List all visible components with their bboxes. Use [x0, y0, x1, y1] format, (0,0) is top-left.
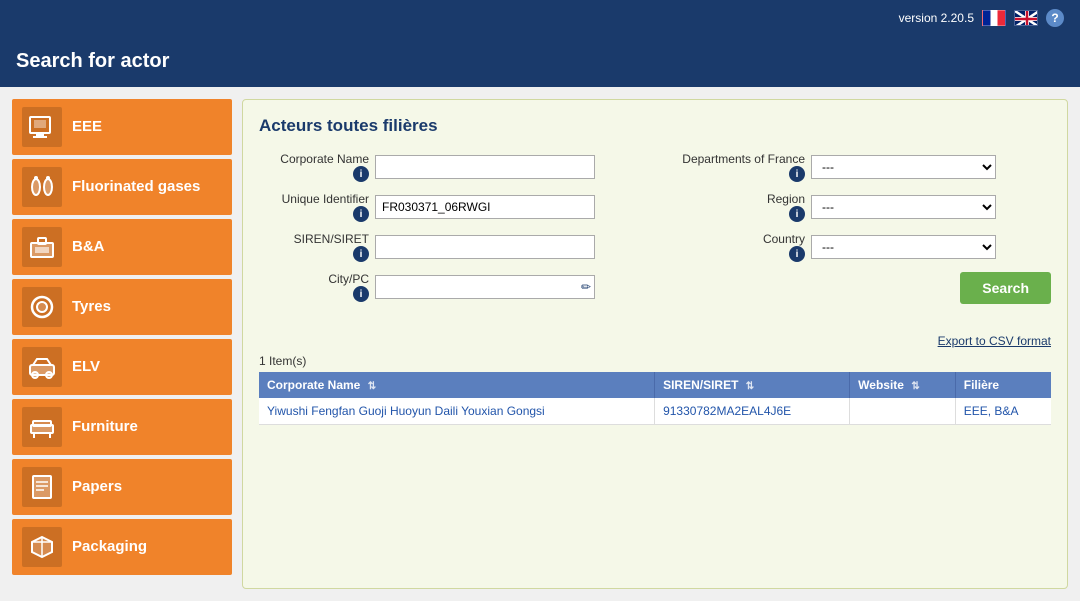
city-pc-edit-icon[interactable]: ✏	[581, 280, 591, 294]
sidebar-item-bna[interactable]: B&A	[12, 219, 232, 275]
siren-siret-group: SIREN/SIRET i	[259, 232, 635, 262]
content-title: Acteurs toutes filières	[259, 116, 1051, 136]
region-label: Region	[690, 192, 805, 206]
departments-select[interactable]: ---	[811, 155, 996, 179]
sidebar-item-eee[interactable]: EEE	[12, 99, 232, 155]
cell-filiere: EEE, B&A	[955, 398, 1051, 425]
main-layout: EEE Fluorinated gases	[0, 87, 1080, 601]
table-header-row: Corporate Name ⇅ SIREN/SIRET ⇅ Website ⇅…	[259, 372, 1051, 398]
cell-siren_siret: 91330782MA2EAL4J6E	[655, 398, 850, 425]
sidebar-item-elv[interactable]: ELV	[12, 339, 232, 395]
sidebar-item-packaging[interactable]: Packaging	[12, 519, 232, 575]
city-pc-input-wrapper: ✏	[375, 275, 595, 299]
export-csv-link[interactable]: Export to CSV format	[938, 334, 1051, 348]
sidebar-item-fluorinated[interactable]: Fluorinated gases	[12, 159, 232, 215]
city-pc-input[interactable]	[375, 275, 595, 299]
furniture-icon	[22, 407, 62, 447]
bna-label: B&A	[72, 238, 105, 256]
siren-siret-label: SIREN/SIRET	[259, 232, 369, 246]
cell-website	[850, 398, 956, 425]
bna-icon	[22, 227, 62, 267]
unique-identifier-input[interactable]	[375, 195, 595, 219]
flag-french[interactable]	[982, 10, 1006, 26]
sort-website-icon: ⇅	[911, 381, 919, 392]
search-form: Corporate Name i Unique Identifier i	[259, 152, 1051, 314]
corporate-name-info-icon[interactable]: i	[353, 166, 369, 182]
packaging-label: Packaging	[72, 538, 147, 556]
departments-info-icon[interactable]: i	[789, 166, 805, 182]
fluorinated-label: Fluorinated gases	[72, 178, 200, 196]
sidebar-item-tyres[interactable]: Tyres	[12, 279, 232, 335]
papers-icon	[22, 467, 62, 507]
corporate-name-label: Corporate Name	[259, 152, 369, 166]
unique-identifier-group: Unique Identifier i	[259, 192, 635, 222]
col-corp-name[interactable]: Corporate Name ⇅	[259, 372, 655, 398]
region-select[interactable]: ---	[811, 195, 996, 219]
export-row: Export to CSV format	[259, 334, 1051, 348]
sidebar: EEE Fluorinated gases	[12, 99, 232, 589]
siren-siret-info-icon[interactable]: i	[353, 246, 369, 262]
papers-label: Papers	[72, 478, 122, 496]
city-pc-info-icon[interactable]: i	[353, 286, 369, 302]
city-pc-group: City/PC i ✏	[259, 272, 635, 302]
help-icon[interactable]: ?	[1046, 9, 1064, 27]
region-info-icon[interactable]: i	[789, 206, 805, 222]
table-row[interactable]: Yiwushi Fengfan Guoji Huoyun Daili Youxi…	[259, 398, 1051, 425]
fluorinated-icon	[22, 167, 62, 207]
sort-siren-icon: ⇅	[746, 381, 754, 392]
country-info-icon[interactable]: i	[789, 246, 805, 262]
furniture-label: Furniture	[72, 418, 138, 436]
flag-english[interactable]	[1014, 10, 1038, 26]
eee-icon	[22, 107, 62, 147]
col-website[interactable]: Website ⇅	[850, 372, 956, 398]
result-table: Corporate Name ⇅ SIREN/SIRET ⇅ Website ⇅…	[259, 372, 1051, 425]
form-right-col: Departments of France i --- Region i ---	[675, 152, 1051, 314]
country-select[interactable]: ---	[811, 235, 996, 259]
elv-icon	[22, 347, 62, 387]
eee-label: EEE	[72, 118, 102, 136]
search-button[interactable]: Search	[960, 272, 1051, 304]
elv-label: ELV	[72, 358, 100, 376]
region-group: Region i ---	[675, 192, 1051, 222]
city-pc-label: City/PC	[259, 272, 369, 286]
country-group: Country i ---	[675, 232, 1051, 262]
tyres-icon	[22, 287, 62, 327]
departments-label: Departments of France	[682, 152, 805, 166]
tyres-label: Tyres	[72, 298, 111, 316]
cell-corp_name: Yiwushi Fengfan Guoji Huoyun Daili Youxi…	[259, 398, 655, 425]
result-count: 1 Item(s)	[259, 354, 1051, 368]
top-bar: version 2.20.5 ?	[0, 0, 1080, 36]
siren-siret-input[interactable]	[375, 235, 595, 259]
col-siren-siret[interactable]: SIREN/SIRET ⇅	[655, 372, 850, 398]
corporate-name-input[interactable]	[375, 155, 595, 179]
col-filiere[interactable]: Filière	[955, 372, 1051, 398]
version-text: version 2.20.5	[899, 11, 974, 25]
unique-identifier-info-icon[interactable]: i	[353, 206, 369, 222]
country-label: Country	[690, 232, 805, 246]
content-area: Acteurs toutes filières Corporate Name i…	[242, 99, 1068, 589]
sidebar-item-papers[interactable]: Papers	[12, 459, 232, 515]
packaging-icon	[22, 527, 62, 567]
page-title: Search for actor	[16, 50, 169, 72]
departments-group: Departments of France i ---	[675, 152, 1051, 182]
search-btn-row: Search	[675, 272, 1051, 304]
unique-identifier-label: Unique Identifier	[259, 192, 369, 206]
form-left-col: Corporate Name i Unique Identifier i	[259, 152, 635, 314]
sort-corp-name-icon: ⇅	[368, 381, 376, 392]
sidebar-item-furniture[interactable]: Furniture	[12, 399, 232, 455]
corporate-name-group: Corporate Name i	[259, 152, 635, 182]
page-header: Search for actor	[0, 36, 1080, 87]
